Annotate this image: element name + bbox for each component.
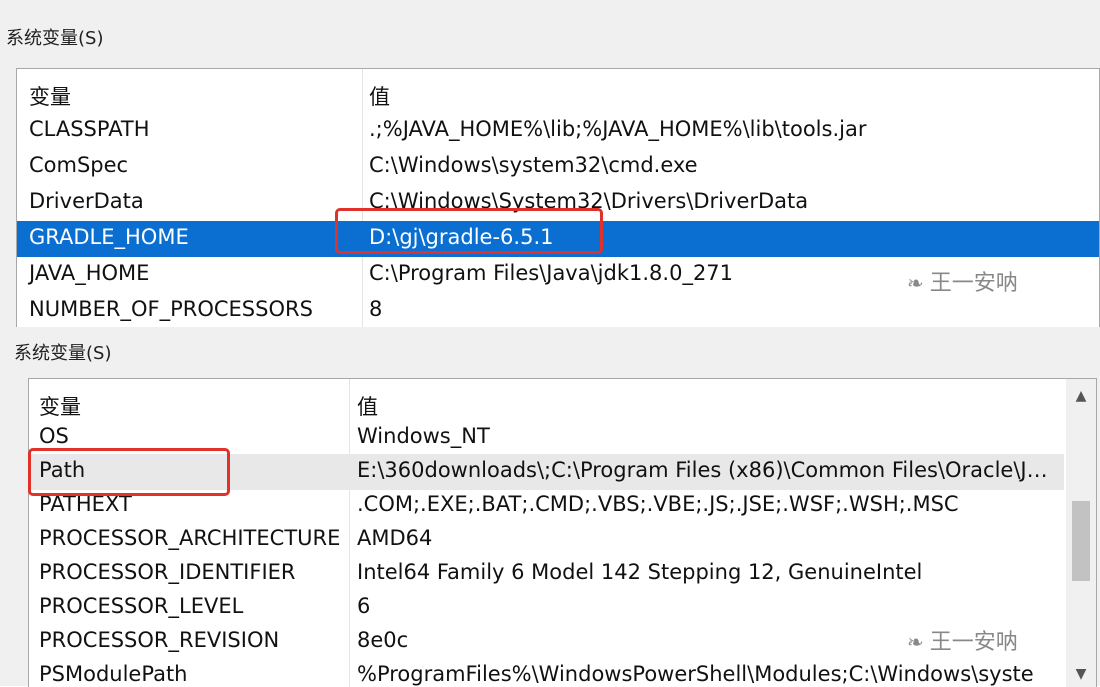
header-value[interactable]: 值	[357, 391, 1057, 421]
group-label: 系统变量(S)	[14, 343, 112, 364]
variable-value: AMD64	[357, 526, 433, 550]
variable-name: GRADLE_HOME	[29, 225, 189, 249]
table-row[interactable]: CLASSPATH .;%JAVA_HOME%\lib;%JAVA_HOME%\…	[17, 113, 1099, 149]
header-value[interactable]: 值	[369, 81, 1089, 111]
variable-value: .;%JAVA_HOME%\lib;%JAVA_HOME%\lib\tools.…	[369, 117, 867, 141]
wechat-icon: ❧	[907, 630, 924, 654]
variable-name: PROCESSOR_REVISION	[39, 628, 280, 652]
variable-value: Windows_NT	[357, 424, 490, 448]
variable-name: CLASSPATH	[29, 117, 150, 141]
variable-name: NUMBER_OF_PROCESSORS	[29, 297, 313, 321]
system-variables-panel-bottom: 系统变量(S) 变量 值 OS Windows_NT Path E:\360do…	[0, 332, 1100, 687]
variable-name: ComSpec	[29, 153, 129, 177]
scrollbar-thumb[interactable]	[1072, 501, 1090, 581]
annotation-box	[28, 448, 230, 496]
watermark-text: 王一安呐	[929, 630, 1018, 655]
chevron-up-icon[interactable]: ▲	[1066, 383, 1096, 409]
variable-value: .COM;.EXE;.BAT;.CMD;.VBS;.VBE;.JS;.JSE;.…	[357, 492, 959, 516]
table-row[interactable]: NUMBER_OF_PROCESSORS 8	[17, 293, 1099, 327]
variable-value: C:\Windows\system32\cmd.exe	[369, 153, 698, 177]
variable-name: PROCESSOR_ARCHITECTURE	[39, 526, 341, 550]
table-row[interactable]: PROCESSOR_LEVEL 6	[29, 590, 1064, 626]
list-header: 变量 值	[17, 77, 1099, 113]
variable-name: PSModulePath	[39, 662, 188, 686]
list-header: 变量 值	[29, 387, 1064, 423]
table-row[interactable]: PROCESSOR_ARCHITECTURE AMD64	[29, 522, 1064, 558]
vertical-scrollbar[interactable]: ▲ ▼	[1066, 379, 1096, 687]
variable-value: 8	[369, 297, 383, 321]
variable-value: 6	[357, 594, 371, 618]
table-row[interactable]: PSModulePath %ProgramFiles%\WindowsPower…	[29, 658, 1064, 687]
variable-value: E:\360downloads\;C:\Program Files (x86)\…	[357, 458, 1057, 482]
variable-value: Intel64 Family 6 Model 142 Stepping 12, …	[357, 560, 923, 584]
table-row[interactable]: ComSpec C:\Windows\system32\cmd.exe	[17, 149, 1099, 185]
variables-list[interactable]: 变量 值 CLASSPATH .;%JAVA_HOME%\lib;%JAVA_H…	[16, 68, 1100, 327]
variable-value: %ProgramFiles%\WindowsPowerShell\Modules…	[357, 662, 1034, 686]
wechat-icon: ❧	[907, 271, 924, 295]
variable-name: DriverData	[29, 189, 144, 213]
annotation-box	[335, 208, 603, 254]
variables-list[interactable]: 变量 值 OS Windows_NT Path E:\360downloads\…	[28, 378, 1097, 687]
system-variables-panel-top: 系统变量(S) 变量 值 CLASSPATH .;%JAVA_HOME%\lib…	[0, 0, 1100, 332]
header-variable[interactable]: 变量	[39, 391, 81, 421]
variable-name: PROCESSOR_LEVEL	[39, 594, 244, 618]
watermark: ❧ 王一安呐	[907, 624, 1018, 656]
chevron-down-icon[interactable]: ▼	[1066, 661, 1096, 687]
header-variable[interactable]: 变量	[29, 81, 71, 111]
watermark: ❧ 王一安呐	[907, 265, 1018, 297]
table-row[interactable]: PROCESSOR_IDENTIFIER Intel64 Family 6 Mo…	[29, 556, 1064, 592]
variable-name: JAVA_HOME	[29, 261, 150, 285]
variable-name: OS	[39, 424, 69, 448]
group-label: 系统变量(S)	[6, 28, 104, 49]
variable-name: PROCESSOR_IDENTIFIER	[39, 560, 296, 584]
watermark-text: 王一安呐	[929, 271, 1018, 296]
